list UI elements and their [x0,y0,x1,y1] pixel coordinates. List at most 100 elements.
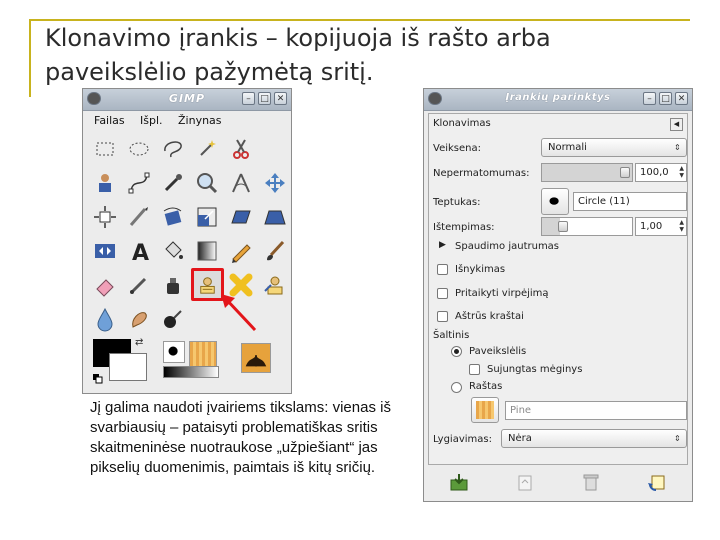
description-paragraph: Jį galima naudoti įvairiems tikslams: vi… [90,398,420,478]
minimize-icon[interactable]: – [643,92,656,105]
paths-tool-icon[interactable] [125,169,153,197]
alignment-label: Lygiavimas: [433,434,492,445]
menu-failas[interactable]: Failas [94,114,125,127]
close-icon[interactable]: ✕ [274,92,287,105]
source-image-radio[interactable] [451,346,462,357]
reset-colors-icon[interactable] [93,369,103,384]
spin-arrows-icon[interactable]: ▲ ▼ [679,165,684,179]
sample-merged-checkbox[interactable] [469,364,480,375]
alignment-value: Nėra [508,433,532,444]
tool-options-window: Įrankių parinktys – □ ✕ Klonavimas ◀ Vei… [423,88,693,502]
save-options-icon[interactable] [448,471,470,493]
opacity-slider-knob[interactable] [620,167,630,178]
close-icon[interactable]: ✕ [675,92,688,105]
hardness-checkbox[interactable] [437,311,448,322]
paintbrush-tool-icon[interactable] [261,237,289,265]
toolbox-titlebar: GIMP – □ ✕ [83,89,291,111]
dropdown-arrows-icon: ⇕ [674,434,681,443]
sample-merged-label: Sujungtas mėginys [487,364,583,375]
scale-label: Ištempimas: [433,222,495,233]
scale-spinbox[interactable]: 1,00 ▲ ▼ [635,217,687,236]
alignment-select[interactable]: Nėra ⇕ [501,429,687,448]
scale-slider-knob[interactable] [558,221,568,232]
svg-text:A: A [132,241,149,265]
dodge-burn-tool-icon[interactable] [159,305,187,333]
mode-select[interactable]: Normali ⇕ [541,138,687,157]
toolbox-menubar: Failas Išpl. Žinynas [83,111,291,131]
text-tool-icon[interactable]: A [125,237,153,266]
active-image-thumbnail-icon[interactable] [241,343,271,373]
brush-name-field[interactable]: Circle (11) [573,192,687,211]
scissors-tool-icon[interactable] [227,135,255,163]
pattern-name-field[interactable]: Pine [505,401,687,420]
jitter-checkbox[interactable] [437,288,448,299]
align-tool-icon[interactable] [91,203,119,231]
title-left-rule [29,19,31,97]
move-tool-icon[interactable] [261,169,289,197]
opacity-spinbox[interactable]: 100,0 ▲ ▼ [635,163,687,182]
scale-tool-icon[interactable] [193,203,221,231]
delete-options-icon[interactable] [580,471,602,493]
dropdown-arrows-icon: ⇕ [674,143,681,152]
opacity-label: Nepermatomumas: [433,168,530,179]
perspective-clone-tool-icon[interactable] [261,271,289,299]
smudge-tool-icon[interactable] [125,305,153,333]
options-frame: Klonavimas ◀ Veiksena: Normali ⇕ Neperma… [428,113,688,465]
brush-label: Teptukas: [433,197,481,208]
expander-triangle-icon[interactable]: ▶ [439,240,446,250]
crop-tool-icon[interactable] [125,203,153,231]
ellipse-select-tool-icon[interactable] [125,135,153,163]
rect-select-tool-icon[interactable] [91,135,119,163]
fade-checkbox[interactable] [437,264,448,275]
brush-preview-icon[interactable] [163,341,185,363]
measure-tool-icon[interactable] [227,169,255,197]
menu-ispl[interactable]: Išpl. [140,114,163,127]
pressure-label[interactable]: Spaudimo jautrumas [455,241,559,252]
brush-dot-icon [549,197,559,205]
rotate-tool-icon[interactable] [159,203,187,231]
spin-arrows-icon[interactable]: ▲ ▼ [679,219,684,233]
ink-tool-icon[interactable] [159,271,187,299]
pencil-tool-icon[interactable] [227,237,255,265]
pattern-button[interactable] [471,397,499,423]
restore-options-icon[interactable] [514,471,536,493]
pattern-swatch-icon [476,401,494,419]
brush-button[interactable] [541,188,569,215]
source-pattern-radio[interactable] [451,382,462,393]
foreground-select-tool-icon[interactable] [91,169,119,197]
hardness-label: Aštrūs kraštai [455,311,524,322]
fuzzy-select-tool-icon[interactable] [193,135,221,163]
lasso-tool-icon[interactable] [159,135,187,163]
bucket-fill-tool-icon[interactable] [159,237,187,265]
slide-title: Klonavimo įrankis – kopijuoja iš rašto a… [45,21,685,89]
source-pattern-label: Raštas [469,381,503,392]
reset-options-icon[interactable] [646,471,668,493]
scale-slider[interactable] [541,217,633,236]
pattern-preview-icon[interactable] [189,341,217,369]
menu-zinynas[interactable]: Žinynas [178,114,222,127]
paragraph-line: pikselių duomenimis, paimtais iš kitų sr… [90,459,376,476]
paragraph-line: skaitmeninėse nuotraukose „užpiešiant“ j… [90,439,378,456]
source-label: Šaltinis [433,330,470,341]
options-menu-arrow-icon[interactable]: ◀ [670,118,683,131]
pattern-value: Pine [510,405,532,416]
blend-tool-icon[interactable] [193,237,221,265]
zoom-tool-icon[interactable] [193,169,221,197]
paragraph-line: Jį galima naudoti įvairiems tikslams: vi… [90,399,391,416]
eraser-tool-icon[interactable] [91,271,119,299]
flip-tool-icon[interactable] [91,237,119,265]
swap-colors-icon[interactable]: ⇄ [135,337,143,348]
gradient-preview-icon[interactable] [163,366,219,378]
shear-tool-icon[interactable] [227,203,255,231]
blur-tool-icon[interactable] [91,305,119,333]
brush-value: Circle (11) [578,196,630,207]
minimize-icon[interactable]: – [242,92,255,105]
background-color-swatch[interactable] [109,353,147,381]
color-picker-tool-icon[interactable] [159,169,187,197]
perspective-tool-icon[interactable] [261,203,289,231]
airbrush-tool-icon[interactable] [125,271,153,299]
opacity-slider[interactable] [541,163,633,182]
maximize-icon[interactable]: □ [659,92,672,105]
maximize-icon[interactable]: □ [258,92,271,105]
slide-title-line-1: Klonavimo įrankis – kopijuoja iš rašto a… [45,24,551,52]
